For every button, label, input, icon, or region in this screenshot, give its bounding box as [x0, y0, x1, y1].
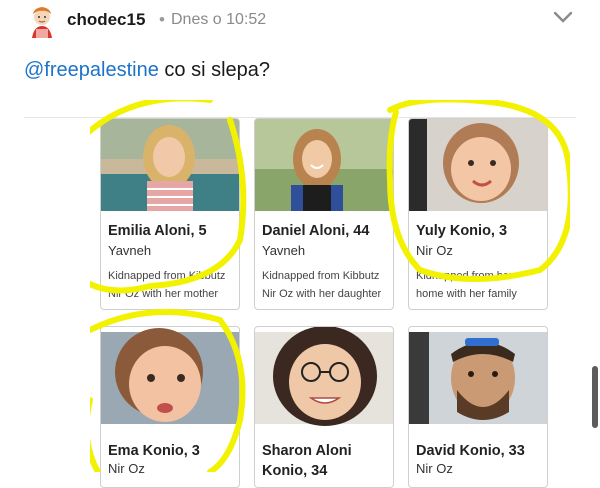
card-place: Yavneh [262, 243, 306, 258]
hostage-card: David Konio, 33 Nir Oz [408, 326, 548, 488]
chevron-down-icon[interactable] [552, 9, 574, 25]
card-name: Sharon Aloni Konio, 34 [262, 443, 352, 479]
mention-link[interactable]: @freepalestine [24, 59, 159, 81]
separator-dot: • [159, 10, 165, 29]
photo-woman [255, 327, 393, 426]
attached-screenshot[interactable]: Emilia Aloni, 5 Yavneh Kidnapped from Ki… [90, 100, 570, 488]
hostage-card: Sharon Aloni Konio, 34 [254, 326, 394, 488]
card-description: Kidnapped from Kibbutz Nir Oz with her d… [262, 270, 382, 300]
timestamp: Dnes o 10:52 [171, 11, 267, 28]
card-name: Daniel Aloni, 44 [262, 223, 370, 239]
card-place: Yavneh [108, 243, 152, 258]
card-place: Nir Oz [108, 461, 145, 476]
photo-toddler [409, 119, 547, 211]
photo-toddler [101, 328, 239, 424]
photo-man [409, 332, 547, 424]
card-name: David Konio, 33 [416, 443, 525, 459]
card-description: Kidnapped from her home with her family [416, 270, 517, 300]
hostage-card: Daniel Aloni, 44 Yavneh Kidnapped from K… [254, 118, 394, 310]
card-name: Emilia Aloni, 5 [108, 223, 207, 239]
card-name: Ema Konio, 3 [108, 443, 200, 459]
card-description: Kidnapped from Kibbutz Nir Oz with her m… [108, 270, 226, 300]
hostage-card: Yuly Konio, 3 Nir Oz Kidnapped from her … [408, 118, 548, 310]
card-name: Yuly Konio, 3 [416, 223, 508, 239]
avatar[interactable] [26, 4, 58, 38]
card-place: Nir Oz [416, 243, 453, 258]
card-place: Nir Oz [416, 461, 453, 476]
message-text: co si slepa? [164, 59, 271, 81]
photo-girl [101, 119, 239, 211]
username[interactable]: chodec15 [67, 10, 145, 30]
post-header: chodec15 • Dnes o 10:52 [0, 0, 600, 44]
photo-woman [255, 119, 393, 211]
hostage-card: Emilia Aloni, 5 Yavneh Kidnapped from Ki… [100, 118, 240, 310]
hostage-card: Ema Konio, 3 Nir Oz [100, 326, 240, 488]
post-message: @freepalestine co si slepa? [24, 59, 270, 82]
scrollbar[interactable] [592, 366, 598, 428]
